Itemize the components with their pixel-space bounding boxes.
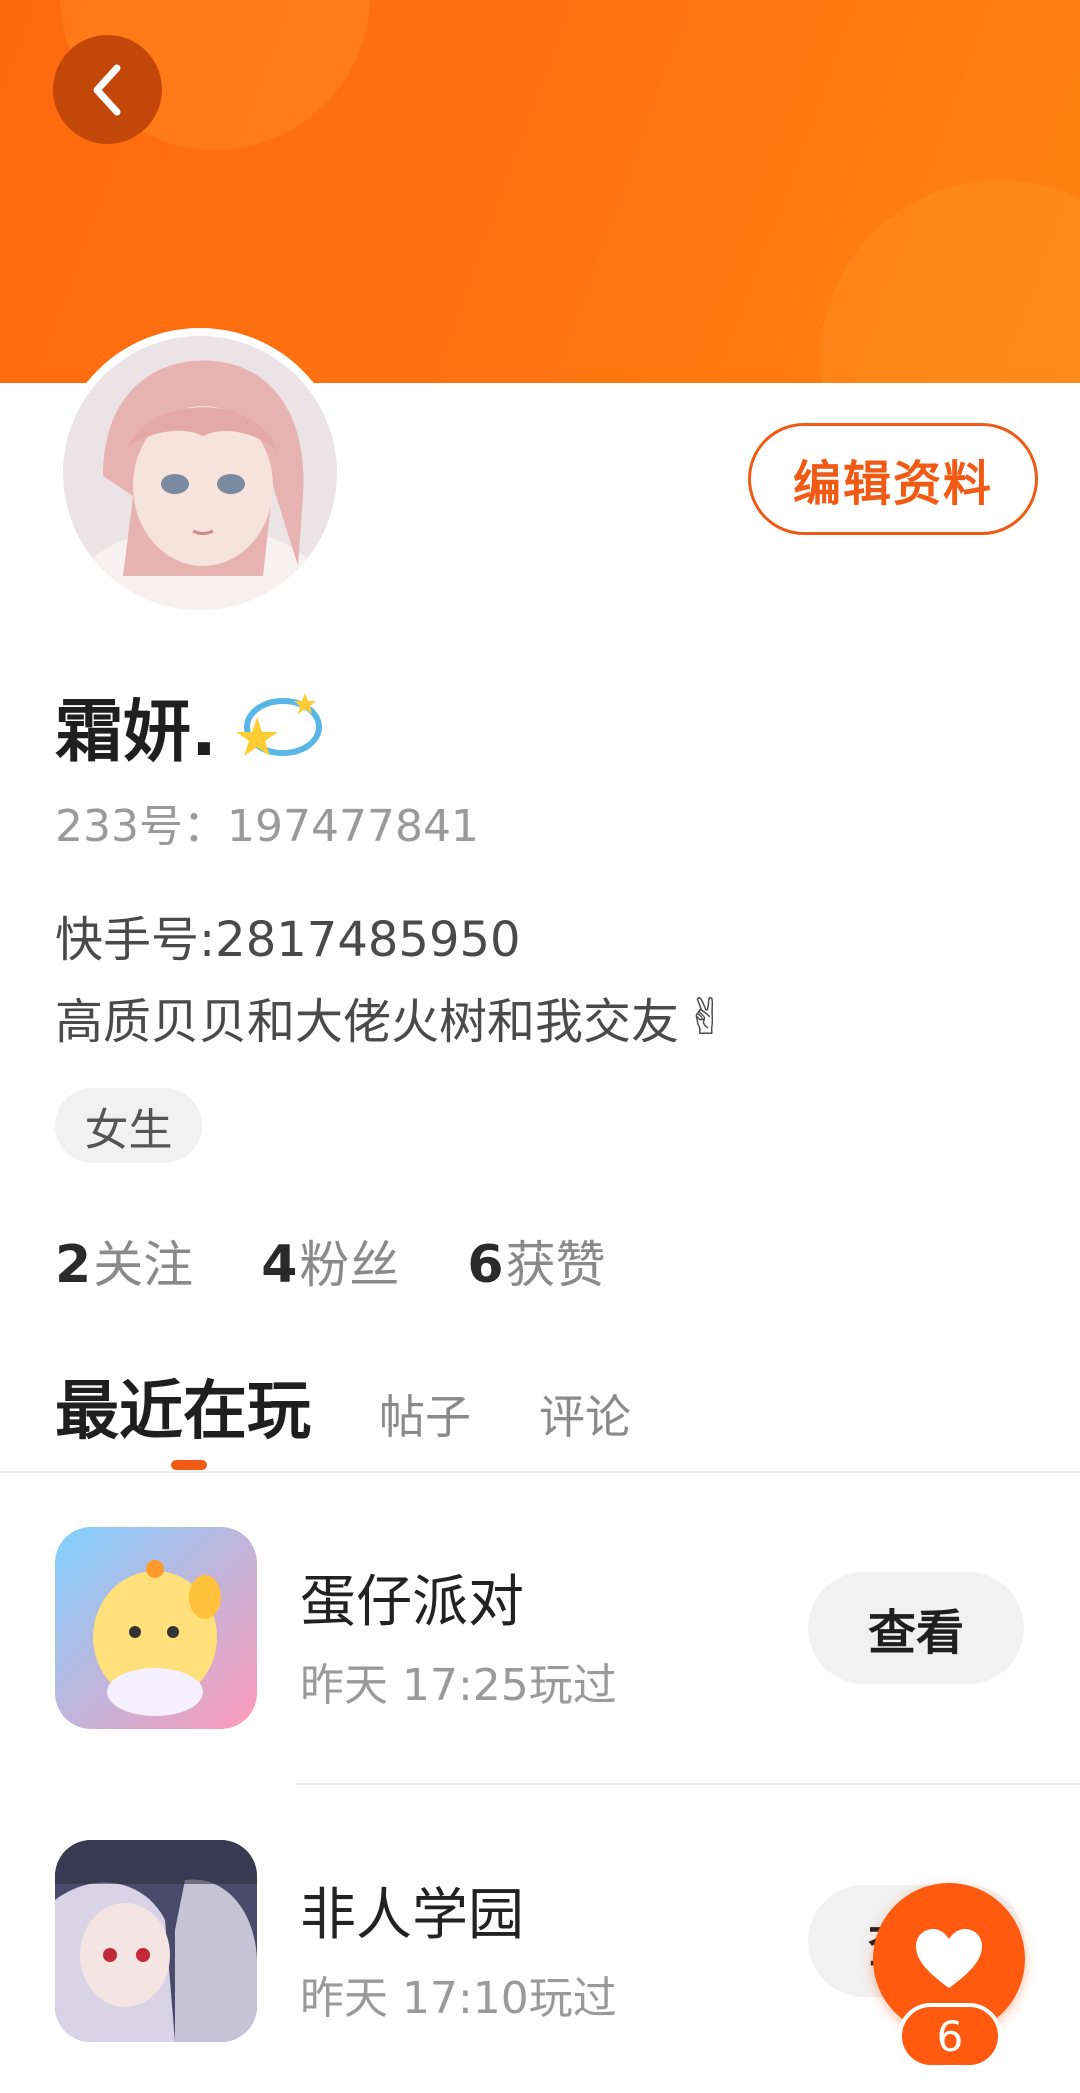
stat-likes[interactable]: 6 获赞 (467, 1225, 605, 1297)
shooting-star-icon (235, 693, 322, 756)
avatar[interactable] (55, 328, 345, 618)
stat-label: 粉丝 (299, 1236, 400, 1294)
stats-row: 2 关注 4 粉丝 6 获赞 (55, 1225, 674, 1297)
bio-line: 快手号:2817485950 (55, 912, 521, 968)
name-row: 霜妍. (55, 680, 325, 772)
active-tab-indicator (171, 1460, 207, 1470)
victory-hand-icon: ✌ (685, 988, 727, 1046)
tab-recently-played[interactable]: 最近在玩 (55, 1360, 311, 1452)
tab-comments[interactable]: 评论 (539, 1381, 631, 1447)
edit-profile-button[interactable]: 编辑资料 (748, 423, 1038, 535)
bio-line: 高质贝贝和大佬火树和我交友 ✌ (55, 982, 727, 1052)
gender-tag: 女生 (55, 1088, 202, 1163)
user-name: 霜妍. (55, 692, 217, 772)
heart-icon (916, 1929, 982, 1988)
tab-posts[interactable]: 帖子 (379, 1381, 471, 1447)
eggy-party-icon (55, 1527, 257, 1729)
divider (0, 1471, 1080, 1473)
stat-label: 关注 (93, 1236, 194, 1294)
stat-number: 4 (261, 1235, 298, 1295)
divider (297, 1783, 1080, 1785)
view-game-button[interactable]: 查看 (808, 1572, 1024, 1684)
stat-label: 获赞 (505, 1236, 606, 1294)
chevron-left-icon (93, 64, 120, 115)
banner-decoration (820, 180, 1080, 383)
content-tabs: 最近在玩 帖子 评论 (55, 1360, 631, 1452)
last-played-time: 昨天 17:10玩过 (300, 1973, 617, 2024)
stat-followers[interactable]: 4 粉丝 (261, 1225, 399, 1297)
game-name: 蛋仔派对 (300, 1570, 524, 1635)
profile-banner (0, 0, 1080, 383)
stat-number: 2 (55, 1235, 92, 1295)
last-played-time: 昨天 17:25玩过 (300, 1660, 617, 1711)
bio-text: 高质贝贝和大佬火树和我交友 (55, 994, 680, 1050)
fei-ren-xue-yuan-icon (55, 1840, 257, 2042)
like-count-badge: 6 (898, 2003, 1002, 2069)
stat-following[interactable]: 2 关注 (55, 1225, 193, 1297)
game-name: 非人学园 (300, 1883, 524, 1948)
back-button[interactable] (53, 35, 162, 144)
list-item[interactable]: 蛋仔派对 昨天 17:25玩过 查看 (0, 1527, 1080, 1737)
avatar-image (63, 336, 337, 610)
stat-number: 6 (467, 1235, 504, 1295)
user-id: 233号：197477841 (55, 801, 479, 852)
